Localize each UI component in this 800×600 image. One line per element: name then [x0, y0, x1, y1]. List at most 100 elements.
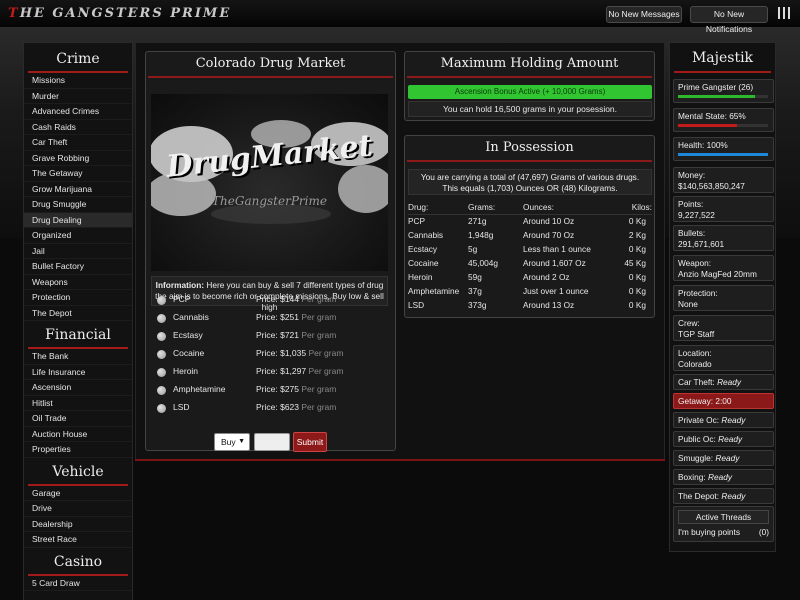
- nav-item-auction-house[interactable]: Auction House: [24, 427, 132, 442]
- radio-button[interactable]: [157, 314, 166, 323]
- drug-row[interactable]: Cocaine Price: $1,035 Per gram: [146, 346, 393, 364]
- drug-name: Cannabis: [173, 312, 209, 322]
- bullets-value: 291,671,601: [678, 238, 725, 249]
- mental-bar-fill: [678, 123, 737, 127]
- drug-name: PCP: [173, 294, 191, 304]
- possession-card: In Possession You are carrying a total o…: [404, 135, 655, 318]
- mental-label: Mental State: 65%: [678, 111, 746, 121]
- table-cell: 0 Kg: [628, 286, 646, 296]
- price-value: Price: $144: [256, 294, 299, 304]
- money-label: Money:: [678, 170, 706, 180]
- nav-item-street-race[interactable]: Street Race: [24, 532, 132, 548]
- nav-item-properties[interactable]: Properties: [24, 442, 132, 458]
- nav-item-drive[interactable]: Drive: [24, 501, 132, 517]
- nav-item-jail[interactable]: Jail: [24, 244, 132, 259]
- drug-price: Price: $623 Per gram: [256, 402, 336, 412]
- location-value: Colorado: [678, 358, 712, 369]
- per-gram-label: Per gram: [301, 384, 337, 394]
- drug-row[interactable]: PCP Price: $144 Per gram: [146, 292, 393, 310]
- radio-button[interactable]: [157, 368, 166, 377]
- rank-label: Prime Gangster (26): [678, 82, 754, 92]
- nav-item-5-card-draw[interactable]: 5 Card Draw: [24, 576, 132, 591]
- bullets-box: Bullets: 291,671,601: [673, 225, 774, 251]
- nav-item-drug-smuggle[interactable]: Drug Smuggle: [24, 197, 132, 213]
- crew-box[interactable]: Crew: TGP Staff: [673, 315, 774, 341]
- amount-input[interactable]: [254, 433, 290, 451]
- nav-item-hitlist[interactable]: Hitlist: [24, 396, 132, 411]
- bullets-label: Bullets:: [678, 228, 706, 238]
- mental-bar: [678, 123, 768, 127]
- nav-item-missions[interactable]: Missions: [24, 73, 132, 89]
- holding-capacity: You can hold 16,500 grams in your posess…: [408, 101, 652, 117]
- table-cell: Heroin: [408, 272, 433, 282]
- table-cell: 59g: [468, 272, 482, 282]
- nav-item-organized[interactable]: Organized: [24, 228, 132, 244]
- drug-row[interactable]: Amphetamine Price: $275 Per gram: [146, 382, 393, 400]
- radio-button[interactable]: [157, 332, 166, 341]
- nav-item-the-depot[interactable]: The Depot: [24, 306, 132, 321]
- drug-row[interactable]: LSD Price: $623 Per gram: [146, 400, 393, 418]
- radio-button[interactable]: [157, 296, 166, 305]
- per-gram-label: Per gram: [301, 312, 337, 322]
- nav-item-the-getaway[interactable]: The Getaway: [24, 166, 132, 182]
- table-cell: Just over 1 ounce: [523, 286, 589, 296]
- drug-name: Amphetamine: [173, 384, 226, 394]
- rank-bar-fill: [678, 94, 755, 98]
- health-bar-fill: [678, 152, 768, 156]
- nav-item-dealership[interactable]: Dealership: [24, 517, 132, 532]
- drug-row[interactable]: Heroin Price: $1,297 Per gram: [146, 364, 393, 382]
- nav-item-murder[interactable]: Murder: [24, 89, 132, 104]
- nav-item-ascension[interactable]: Ascension: [24, 380, 132, 396]
- per-gram-label: Per gram: [301, 402, 337, 412]
- table-cell: Cannabis: [408, 230, 444, 240]
- table-cell: 0 Kg: [628, 244, 646, 254]
- table-cell: LSD: [408, 300, 425, 310]
- per-gram-label: Per gram: [308, 348, 344, 358]
- table-cell: 45,004g: [468, 258, 498, 268]
- radio-button[interactable]: [157, 404, 166, 413]
- notifications-button[interactable]: No New Notifications: [690, 6, 768, 34]
- nav-item-grow-marijuana[interactable]: Grow Marijuana: [24, 182, 132, 197]
- crew-value: TGP Staff: [678, 328, 715, 339]
- messages-button[interactable]: No New Messages: [606, 6, 682, 23]
- thread-count: (0): [758, 527, 769, 537]
- nav-item-weapons[interactable]: Weapons: [24, 275, 132, 290]
- timer-value: Ready: [721, 415, 746, 425]
- vehicle-list: Garage Drive Dealership Street Race: [24, 486, 132, 548]
- drug-row[interactable]: Ecstasy Price: $721 Per gram: [146, 328, 393, 346]
- thread-item[interactable]: I'm buying points (0): [678, 527, 769, 538]
- table-cell: 5g: [468, 244, 478, 254]
- drug-price: Price: $251 Per gram: [256, 312, 336, 322]
- section-casino-title: Casino: [28, 552, 128, 576]
- site-logo[interactable]: The Gangsters Prime: [8, 6, 231, 21]
- menu-icon[interactable]: [778, 7, 790, 19]
- drug-row[interactable]: Cannabis Price: $251 Per gram: [146, 310, 393, 328]
- nav-item-cash-raids[interactable]: Cash Raids: [24, 120, 132, 135]
- nav-item-garage[interactable]: Garage: [24, 486, 132, 501]
- timer-label: Smuggle:: [678, 453, 714, 463]
- crew-label: Crew:: [678, 318, 700, 328]
- price-value: Price: $275: [256, 384, 299, 394]
- radio-button[interactable]: [157, 350, 166, 359]
- nav-item-life-insurance[interactable]: Life Insurance: [24, 365, 132, 380]
- nav-item-advanced-crimes[interactable]: Advanced Crimes: [24, 104, 132, 120]
- nav-item-grave-robbing[interactable]: Grave Robbing: [24, 151, 132, 166]
- submit-button[interactable]: Submit: [293, 432, 327, 452]
- right-panel: Majestik Prime Gangster (26) Mental Stat…: [669, 42, 776, 552]
- nav-item-the-bank[interactable]: The Bank: [24, 349, 132, 365]
- nav-item-car-theft[interactable]: Car Theft: [24, 135, 132, 151]
- radio-button[interactable]: [157, 386, 166, 395]
- table-cell: 2 Kg: [628, 230, 646, 240]
- table-cell: Around 2 Oz: [523, 272, 570, 282]
- nav-item-protection[interactable]: Protection: [24, 290, 132, 306]
- info-line1: Here you can buy & sell 7 different type…: [204, 280, 384, 290]
- nav-item-bullet-factory[interactable]: Bullet Factory: [24, 259, 132, 275]
- action-select[interactable]: Buy ▼: [214, 433, 250, 451]
- table-cell: 45 Kg: [624, 258, 646, 268]
- column-header: Grams:: [468, 200, 523, 215]
- nav-item-oil-trade[interactable]: Oil Trade: [24, 411, 132, 427]
- active-threads-box: Active Threads I'm buying points (0): [673, 506, 774, 542]
- nav-item-drug-dealing[interactable]: Drug Dealing: [24, 212, 132, 228]
- drug-price: Price: $1,297 Per gram: [256, 366, 343, 376]
- player-name[interactable]: Majestik: [674, 47, 771, 73]
